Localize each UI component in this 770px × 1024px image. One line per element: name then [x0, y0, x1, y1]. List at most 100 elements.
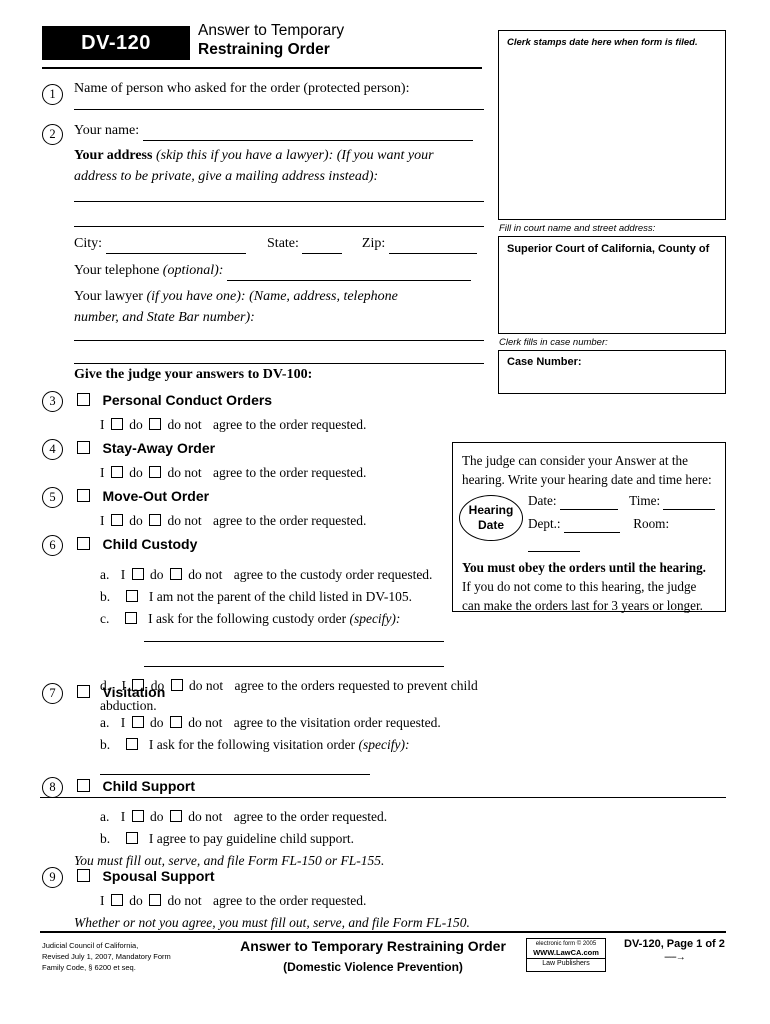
- item-5-i: I: [100, 513, 105, 528]
- item-6c-input-1[interactable]: [144, 641, 444, 642]
- item-4-checkbox[interactable]: [77, 441, 90, 454]
- city-label: City:: [74, 236, 103, 251]
- item-6-checkbox[interactable]: [77, 537, 90, 550]
- item-9: 9 Spousal Support I do do not agree to t…: [40, 866, 490, 936]
- your-address-input-2[interactable]: [74, 226, 484, 227]
- item-8a-donot-checkbox[interactable]: [169, 810, 182, 822]
- item-6c-checkbox[interactable]: [124, 612, 137, 624]
- form-footer: Judicial Council of California, Revised …: [40, 936, 726, 996]
- item-9-i: I: [100, 893, 105, 908]
- form-page: DV-120 Answer to Temporary Restraining O…: [0, 0, 770, 1024]
- item-6c-label: c.: [100, 611, 110, 626]
- item-8b-checkbox[interactable]: [125, 832, 138, 844]
- item-3-heading: Personal Conduct Orders: [102, 392, 273, 408]
- item-3-body: Personal Conduct Orders I do do not agre…: [74, 390, 490, 435]
- item-2: 2 Your name: Your address (skip this if …: [40, 120, 490, 364]
- item-5-do-checkbox[interactable]: [110, 514, 123, 526]
- item-7b-input-1[interactable]: [100, 774, 370, 775]
- item-5-agree-text: agree to the order requested.: [213, 513, 367, 528]
- hearing-date-label: Date:: [528, 493, 557, 508]
- item-3-i: I: [100, 417, 105, 432]
- lawyer-input-1[interactable]: [74, 340, 484, 341]
- footer-arrow-icon: ‑‑‑‑‑→: [664, 952, 686, 963]
- item-8a-text: agree to the order requested.: [233, 809, 388, 824]
- item-8-number: 8: [42, 777, 63, 798]
- item-6a-donot-checkbox[interactable]: [169, 568, 182, 580]
- telephone-note: (optional):: [162, 263, 224, 278]
- item-5-do-label: do: [129, 513, 143, 528]
- item-8-body: Child Support a. I do do not agree to th…: [74, 776, 490, 871]
- right-column: Clerk stamps date here when form is file…: [498, 30, 726, 394]
- item-8a-do-label: do: [150, 809, 164, 824]
- form-code-badge: DV-120: [42, 26, 190, 60]
- hearing-line2: hearing. Write your hearing date and tim…: [462, 472, 712, 487]
- item-4-number: 4: [42, 439, 63, 460]
- item-6a-do-checkbox[interactable]: [131, 568, 144, 580]
- form-title-line1: Answer to Temporary: [198, 22, 345, 39]
- city-input[interactable]: [105, 253, 246, 254]
- give-judge-heading: Give the judge your answers to DV-100:: [40, 364, 490, 390]
- item-9-donot-checkbox[interactable]: [149, 894, 162, 906]
- item-4-do-label: do: [129, 465, 143, 480]
- item-1-number: 1: [42, 84, 63, 105]
- item-1-input[interactable]: [74, 109, 484, 110]
- hearing-room-input[interactable]: [528, 551, 580, 552]
- item-7-heading: Visitation: [102, 684, 166, 700]
- footer-page-block: DV-120, Page 1 of 2 ‑‑‑‑‑→: [624, 938, 725, 963]
- state-input[interactable]: [302, 253, 343, 254]
- zip-input[interactable]: [388, 253, 477, 254]
- item-5-heading: Move-Out Order: [102, 488, 210, 504]
- item-6b-checkbox[interactable]: [125, 590, 138, 602]
- item-7a-do-checkbox[interactable]: [131, 716, 144, 728]
- item-7-number: 7: [42, 683, 63, 704]
- item-5-donot-checkbox[interactable]: [149, 514, 162, 526]
- item-5: 5 Move-Out Order I do do not agree to th…: [40, 486, 490, 534]
- item-7a-do-label: do: [150, 715, 164, 730]
- item-6c-input-2[interactable]: [144, 666, 444, 667]
- hearing-time-input[interactable]: [663, 509, 716, 510]
- item-3-checkbox[interactable]: [77, 393, 90, 406]
- footer-left-line1: Judicial Council of California,: [42, 941, 139, 950]
- item-2-body: Your name: Your address (skip this if yo…: [74, 120, 490, 364]
- item-8a-do-checkbox[interactable]: [131, 810, 144, 822]
- item-4-heading: Stay-Away Order: [102, 440, 216, 456]
- item-7-checkbox[interactable]: [77, 685, 90, 698]
- your-name-input[interactable]: [142, 140, 473, 141]
- court-name-label: Superior Court of California, County of: [507, 243, 710, 255]
- item-3-agree-text: agree to the order requested.: [213, 417, 367, 432]
- hearing-line3: If you do not come to this hearing, the …: [462, 579, 697, 594]
- item-9-do-label: do: [129, 893, 143, 908]
- item-4-donot-checkbox[interactable]: [149, 466, 162, 478]
- your-address-note1: (skip this if you have a lawyer): (If yo…: [155, 148, 434, 163]
- item-3-donot-checkbox[interactable]: [149, 418, 162, 430]
- item-9-note: Whether or not you agree, you must fill …: [74, 915, 470, 930]
- item-7a-donot-checkbox[interactable]: [169, 716, 182, 728]
- item-6a-i: I: [120, 567, 126, 582]
- hearing-dept-input[interactable]: [563, 532, 620, 533]
- item-9-checkbox[interactable]: [77, 869, 90, 882]
- item-3-do-checkbox[interactable]: [110, 418, 123, 430]
- telephone-input[interactable]: [226, 280, 471, 281]
- item-6-heading: Child Custody: [102, 536, 198, 552]
- item-1: 1 Name of person who asked for the order…: [40, 78, 490, 120]
- item-4-body: Stay-Away Order I do do not agree to the…: [74, 438, 490, 483]
- item-6c-specify: (specify):: [349, 611, 401, 626]
- item-9-do-checkbox[interactable]: [110, 894, 123, 906]
- item-4-do-checkbox[interactable]: [110, 466, 123, 478]
- item-8-checkbox[interactable]: [77, 779, 90, 792]
- item-5-checkbox[interactable]: [77, 489, 90, 502]
- your-address-input-1[interactable]: [74, 201, 484, 202]
- item-7a-donot-label: do not: [188, 715, 223, 730]
- footer-center-block: Answer to Temporary Restraining Order (D…: [208, 938, 538, 974]
- item-7a-text: agree to the visitation order requested.: [233, 715, 441, 730]
- item-5-donot-label: do not: [167, 513, 202, 528]
- publisher-box: electronic form © 2005 WWW.LawCA.com Law…: [526, 938, 606, 972]
- item-7b-checkbox[interactable]: [125, 738, 138, 750]
- hearing-date-input[interactable]: [559, 509, 618, 510]
- case-number-box[interactable]: Case Number:: [498, 350, 726, 394]
- footer-divider: [40, 931, 726, 933]
- state-label: State:: [267, 236, 299, 251]
- court-name-box[interactable]: Superior Court of California, County of: [498, 236, 726, 334]
- footer-page-label: DV-120, Page 1 of 2: [624, 938, 725, 950]
- item-2-number: 2: [42, 124, 63, 145]
